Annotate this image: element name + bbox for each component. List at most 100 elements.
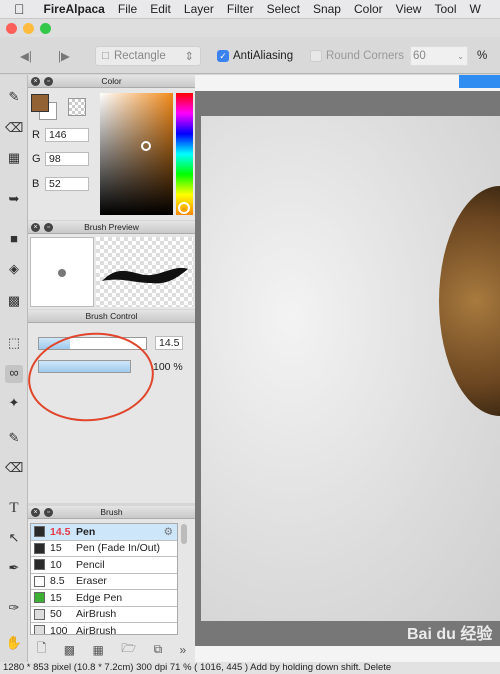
brush-size: 10 [50,558,62,571]
brush-item[interactable]: 100 AirBrush [31,623,177,635]
canvas-image[interactable] [201,116,500,621]
close-icon[interactable]: × [31,77,40,86]
select-eraser-tool-icon[interactable]: ⌫ [5,460,23,478]
lasso-tool-icon[interactable]: ∞ [5,365,23,383]
r-input[interactable]: 146 [45,128,89,142]
script-brush-icon[interactable]: ▦ [93,643,104,657]
status-bar: 1280 * 853 pixel (10.8 * 7.2cm) 300 dpi … [0,662,500,674]
brush-size-input[interactable]: 14.5 [155,336,183,350]
new-brush-icon[interactable]: 🗋 [37,639,47,660]
brush-name: Edge Pen [76,591,123,604]
brush-item[interactable]: 14.5 Pen ⚙ [31,524,177,541]
brush-tip-preview [30,237,94,307]
toolbar: ◀| |▶ □ Rectangle ⇕ ✓ AntiAliasing Round… [0,37,500,74]
brush-color-swatch [34,542,45,554]
b-label: B [32,178,40,190]
stroke-preview [96,237,193,307]
b-input[interactable]: 52 [45,177,89,191]
tab-indicator[interactable] [459,75,500,88]
round-corners-checkbox[interactable]: Round Corners [310,46,404,66]
brush-preview-header: × ▫ Brush Preview [28,221,195,234]
brush-list-scrollbar[interactable] [181,524,187,544]
panel-title: Brush [100,507,123,517]
title-bar [0,19,500,37]
close-icon[interactable]: × [31,508,40,517]
menu-snap[interactable]: Snap [313,2,341,16]
menu-file[interactable]: File [118,2,137,16]
brush-item[interactable]: 8.5 Eraser [31,573,177,590]
more-icon[interactable]: » [180,643,187,657]
menu-view[interactable]: View [396,2,422,16]
menu-edit[interactable]: Edit [150,2,171,16]
minimize-window-button[interactable] [23,23,34,34]
pen-tool-icon[interactable]: ✎ [5,89,23,107]
menu-window[interactable]: W [469,2,480,16]
previous-icon[interactable]: ◀| [20,46,32,66]
operation-tool-icon[interactable]: ↖ [5,530,23,548]
hue-slider[interactable] [176,93,193,215]
antialiasing-checkbox[interactable]: ✓ AntiAliasing [217,46,293,66]
r-label: R [32,129,40,141]
color-panel: R 146 G 98 B 52 [28,88,195,220]
brush-item[interactable]: 50 AirBrush [31,606,177,623]
brush-name: Eraser [76,575,107,588]
panel-title: Color [101,76,122,86]
gradient-tool-icon[interactable]: ▩ [5,293,23,311]
detach-icon[interactable]: ▫ [44,508,53,517]
brush-settings-icon[interactable]: ▩ [64,643,75,657]
shape-value: Rectangle [113,50,166,62]
brush-item[interactable]: 10 Pencil [31,557,177,574]
detach-icon[interactable]: ▫ [44,77,53,86]
menu-filter[interactable]: Filter [227,2,254,16]
text-tool-icon[interactable]: T [5,500,23,518]
brush-color-swatch [34,625,45,634]
select-pen-tool-icon[interactable]: ✎ [5,430,23,448]
apple-icon[interactable]:  [14,1,25,17]
brush-preview-panel [28,234,195,309]
picker-handle[interactable] [141,141,151,151]
brush-item[interactable]: 15 Pen (Fade In/Out) [31,540,177,557]
check-icon: ✓ [217,50,229,62]
menu-color[interactable]: Color [354,2,383,16]
antialiasing-label: AntiAliasing [233,50,294,62]
close-icon[interactable]: × [31,223,40,232]
next-icon[interactable]: |▶ [58,46,70,66]
brush-item[interactable]: 15 Edge Pen [31,590,177,607]
eraser-tool-icon[interactable]: ⌫ [5,120,23,138]
fill-rect-tool-icon[interactable]: ■ [5,231,23,249]
close-window-button[interactable] [6,23,17,34]
chevron-down-icon[interactable]: ⌄ [457,52,464,61]
move-tool-icon[interactable]: ➥ [5,191,23,209]
folder-icon[interactable]: 🗁 [121,639,136,660]
magic-wand-tool-icon[interactable]: ✦ [5,395,23,413]
brush-name: Pencil [76,558,105,571]
saturation-brightness-picker[interactable] [100,93,173,215]
blur-tool-icon[interactable]: ✒ [5,560,23,578]
brush-size: 8.5 [50,575,65,588]
detach-icon[interactable]: ▫ [44,223,53,232]
zoom-window-button[interactable] [40,23,51,34]
hue-handle[interactable] [178,202,190,214]
duplicate-icon[interactable]: ⧉ [154,642,163,657]
transparent-color-swatch[interactable] [68,98,86,116]
dot-tool-icon[interactable]: ▦ [5,150,23,168]
menu-layer[interactable]: Layer [184,2,214,16]
select-rect-tool-icon[interactable]: ⬚ [5,335,23,353]
bucket-tool-icon[interactable]: ◈ [5,261,23,279]
gear-icon[interactable]: ⚙ [164,526,173,538]
g-input[interactable]: 98 [45,152,89,166]
unit-label: % [477,50,488,62]
brush-name: AirBrush [76,624,117,635]
eyedropper-tool-icon[interactable]: ✑ [5,600,23,618]
hand-tool-icon[interactable]: ✋ [5,635,23,653]
shape-select[interactable]: □ Rectangle ⇕ [95,46,201,66]
canvas-area[interactable]: Bai du 经验 [195,75,500,662]
brush-size: 14.5 [50,525,71,538]
menu-select[interactable]: Select [267,2,300,16]
foreground-color-swatch[interactable] [31,94,49,112]
corner-value-input[interactable]: 60 ⌄ [410,46,468,66]
corner-value: 60 [413,50,426,62]
menu-app[interactable]: FireAlpaca [44,2,105,16]
brush-color-swatch [34,575,45,587]
menu-tool[interactable]: Tool [434,2,456,16]
